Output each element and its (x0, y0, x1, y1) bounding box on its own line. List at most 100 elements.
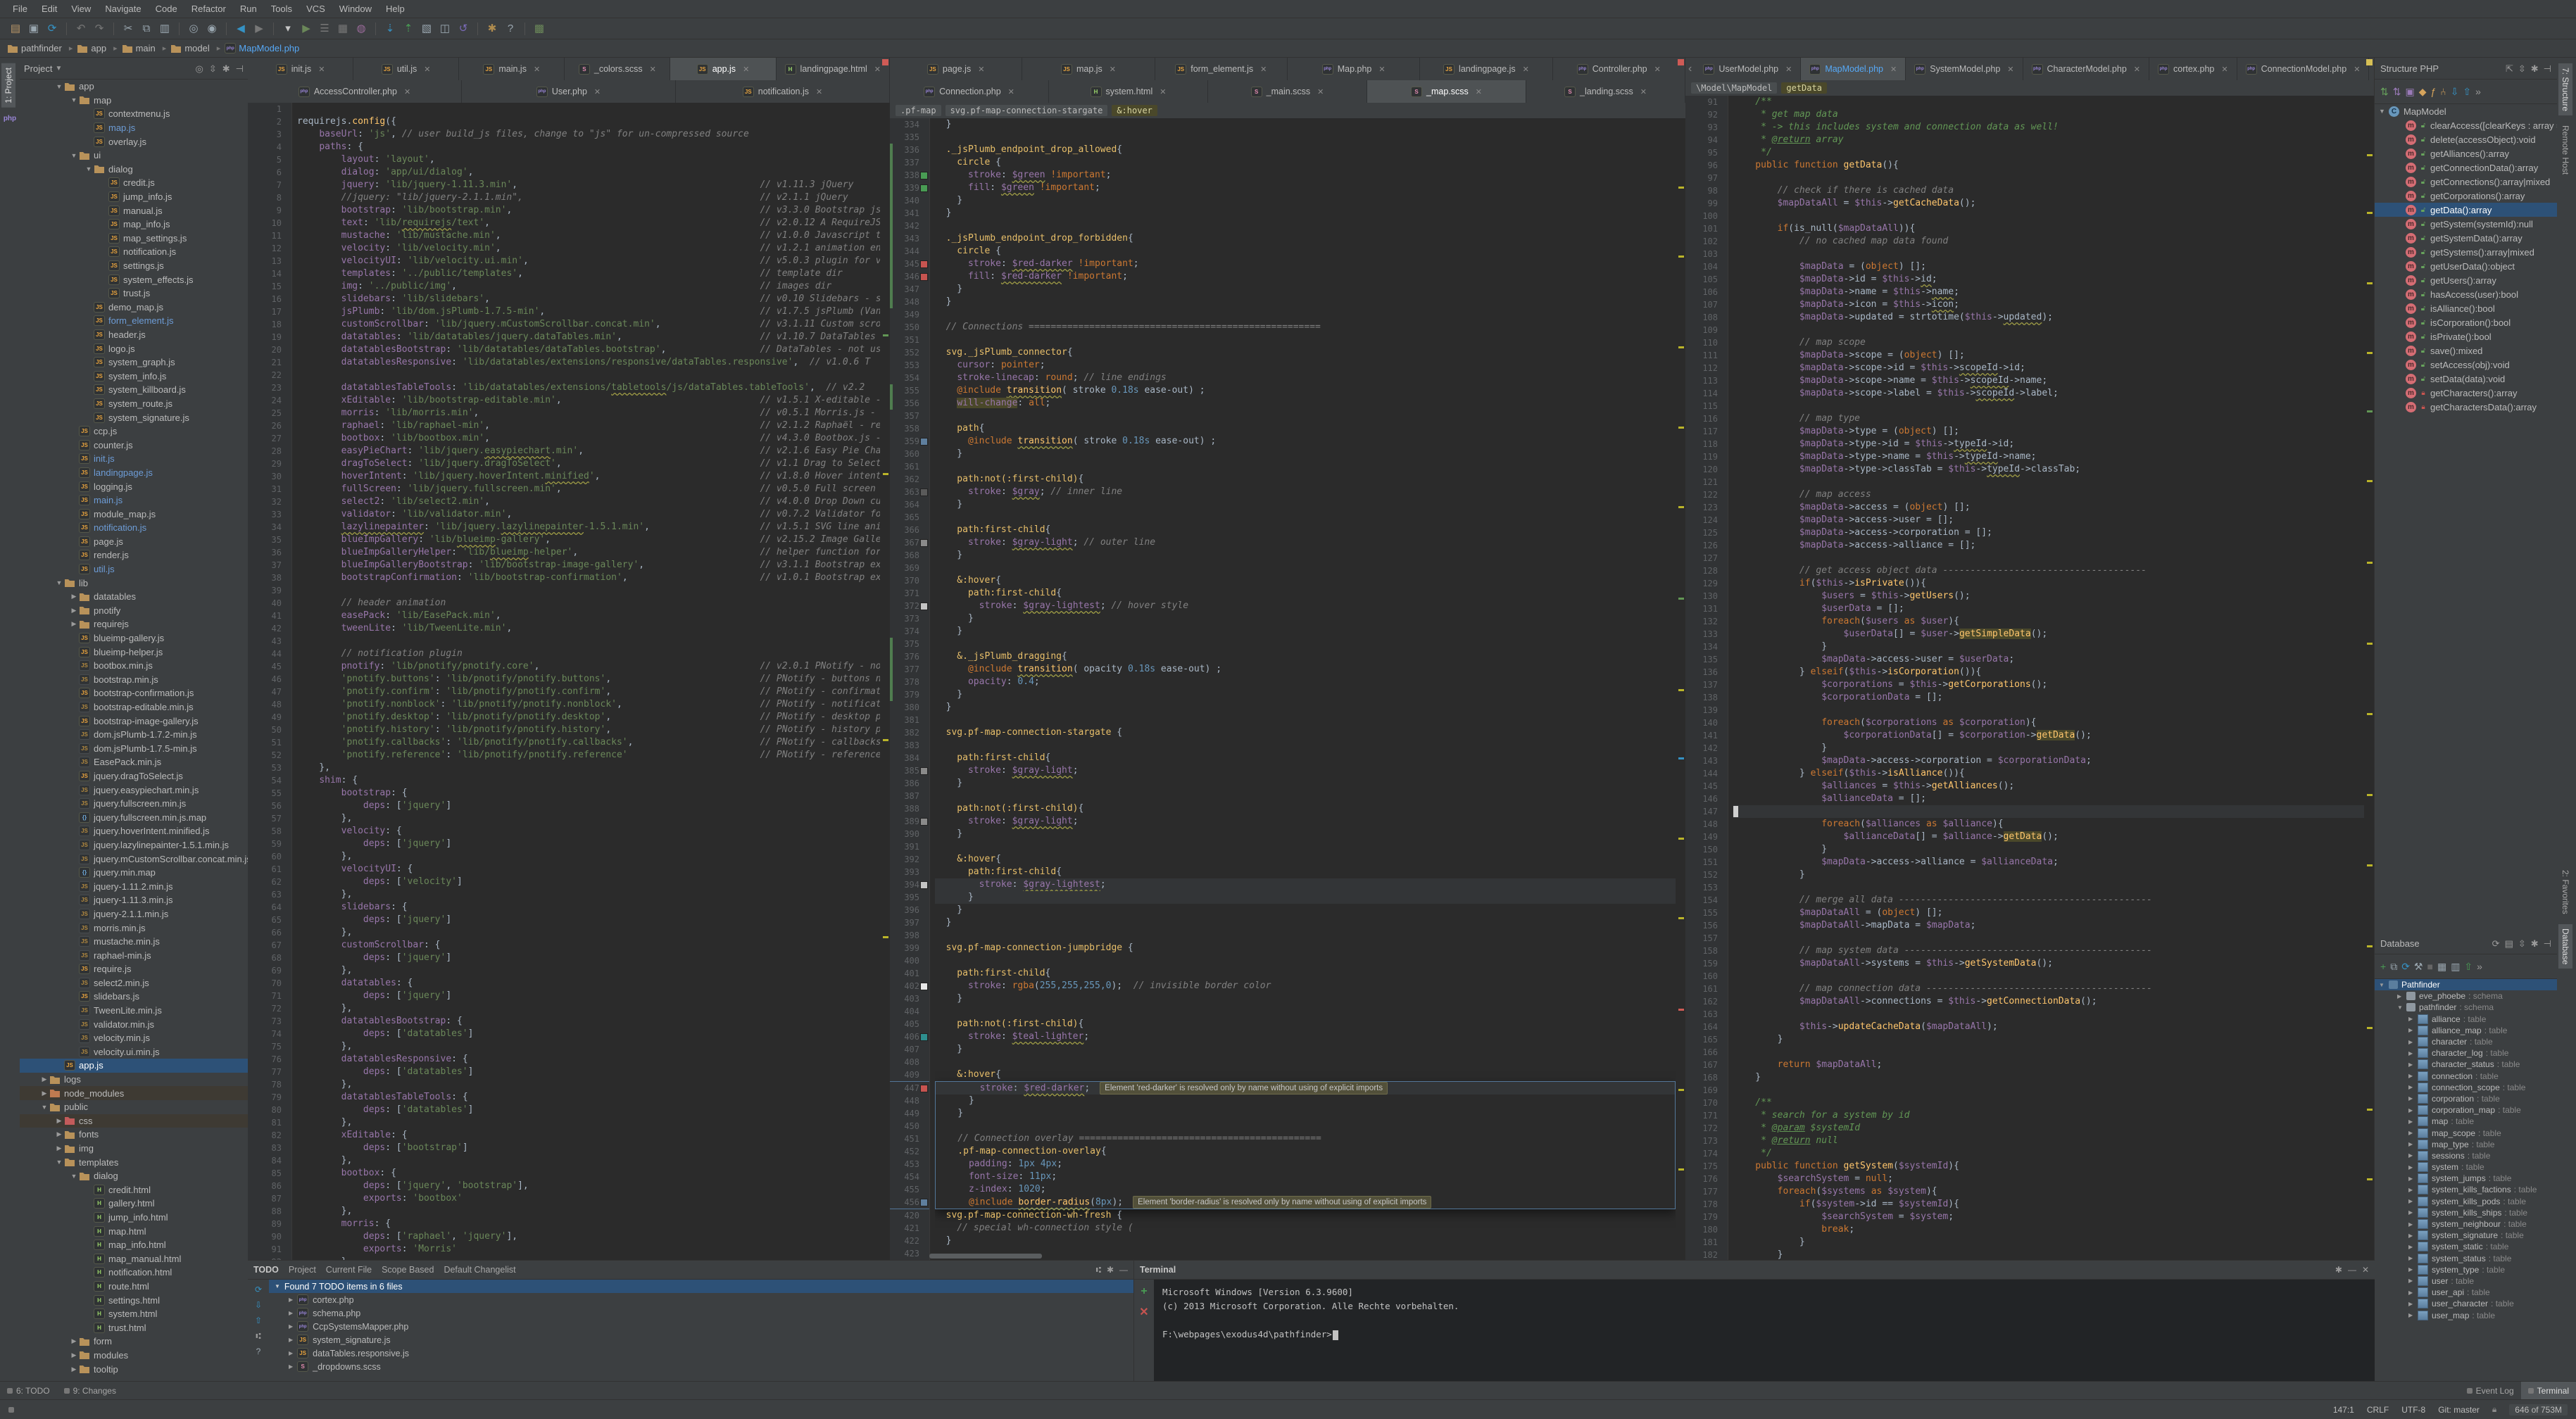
collapse-all-icon[interactable]: ⇳ (2518, 64, 2526, 73)
chevron-collapsed-icon[interactable]: ▶ (2408, 1221, 2418, 1228)
chevron-collapsed-icon[interactable]: ▶ (69, 620, 79, 628)
tree-row[interactable]: ▼ui (20, 149, 248, 163)
tree-row[interactable]: JSTweenLite.min.js (20, 1004, 248, 1018)
collapse-icon[interactable]: ⇧ (255, 1316, 262, 1325)
tab-init.js[interactable]: JSinit.js✕ (248, 58, 353, 80)
help-icon[interactable]: ? (256, 1347, 261, 1356)
gear-icon[interactable]: ✱ (2531, 939, 2539, 948)
menu-vcs[interactable]: VCS (299, 4, 332, 14)
error-stripe-mark[interactable] (1678, 506, 1684, 508)
add-icon[interactable]: + (2380, 961, 2386, 971)
error-stripe-mark[interactable] (1678, 1089, 1684, 1091)
back-icon[interactable]: ◀ (237, 23, 245, 34)
chevron-expanded-icon[interactable]: ▼ (69, 152, 79, 159)
chevron-collapsed-icon[interactable]: ▶ (2408, 1050, 2418, 1057)
tree-row[interactable]: JSinit.js (20, 452, 248, 466)
tree-row[interactable]: ▶requirejs (20, 617, 248, 631)
chevron-expanded-icon[interactable]: ▼ (84, 165, 94, 172)
horizontal-scrollbar[interactable] (929, 1254, 1042, 1259)
expand-all-icon[interactable]: ⇱ (2506, 64, 2513, 73)
structure-item[interactable]: m🔓︎getCorporations():array (2375, 189, 2557, 203)
chevron-collapsed-icon[interactable]: ▶ (289, 1297, 293, 1303)
tree-row[interactable]: JSnotification.js (20, 521, 248, 535)
tree-row[interactable]: Hmap.html (20, 1224, 248, 1238)
breadcrumb-segment[interactable]: app (77, 43, 106, 53)
terminal-new-session-icon[interactable]: + (1141, 1285, 1147, 1298)
stripe-button-remote-host[interactable]: Remote Host (2558, 121, 2572, 179)
tree-row[interactable]: JSsettings.js (20, 259, 248, 273)
editor-code[interactable]: } ._jsPlumb_endpoint_drop_allowed{ circl… (935, 118, 1676, 1260)
tree-row[interactable]: JSform_element.js (20, 314, 248, 328)
tree-row[interactable]: ▼map (20, 94, 248, 108)
chevron-collapsed-icon[interactable]: ▶ (2408, 1073, 2418, 1079)
close-icon[interactable]: ✕ (2362, 1266, 2369, 1274)
chevron-collapsed-icon[interactable]: ▶ (289, 1363, 293, 1370)
editor-code[interactable]: requirejs.config({ baseUrl: 'js', // use… (297, 103, 880, 1260)
tab-close-icon[interactable]: ✕ (318, 65, 325, 74)
database-row[interactable]: ▶user_map: table (2375, 1309, 2557, 1320)
tree-row[interactable]: JSdom.jsPlumb-1.7.5-min.js (20, 742, 248, 756)
error-stripe-mark[interactable] (2367, 410, 2373, 412)
tree-row[interactable]: JSutil.js (20, 562, 248, 576)
toolbar-vcs-commit[interactable]: ⇡ (400, 20, 417, 37)
tree-row[interactable]: JSvelocity.min.js (20, 1031, 248, 1045)
php-tool-icon[interactable]: php (0, 115, 20, 122)
database-row[interactable]: ▶alliance_map: table (2375, 1025, 2557, 1036)
tab-Map.php[interactable]: phpMap.php✕ (1288, 58, 1420, 80)
tab-close-icon[interactable]: ✕ (1260, 65, 1267, 74)
chevron-collapsed-icon[interactable]: ▶ (2408, 1289, 2418, 1296)
chevron-down-icon[interactable]: ▼ (55, 65, 62, 72)
error-stripe-mark[interactable] (883, 739, 888, 741)
tree-row[interactable]: JScredit.js (20, 176, 248, 190)
tree-row[interactable]: JSjquery.dragToSelect.js (20, 769, 248, 783)
database-row[interactable]: ▶map_scope: table (2375, 1127, 2557, 1138)
chevron-collapsed-icon[interactable]: ▶ (2408, 1187, 2418, 1193)
structure-item[interactable]: m🔓︎getSystem(systemId):null (2375, 217, 2557, 231)
structure-item[interactable]: m🔓︎delete(accessObject):void (2375, 132, 2557, 146)
chevron-expanded-icon[interactable]: ▼ (69, 1173, 79, 1180)
chevron-expanded-icon[interactable]: ▼ (2379, 982, 2389, 988)
tree-row[interactable]: JSsystem_killboard.js (20, 383, 248, 397)
error-stripe-mark[interactable] (2367, 1027, 2373, 1029)
tab-close-icon[interactable]: ✕ (743, 65, 749, 74)
breadcrumb-chip[interactable]: .pf-map (896, 105, 941, 116)
structure-item[interactable]: m🔓︎getSystems():array|mixed (2375, 245, 2557, 259)
toolbar-run[interactable]: ▶ (298, 20, 315, 37)
error-stripe-mark[interactable] (1678, 917, 1684, 919)
chevron-collapsed-icon[interactable]: ▶ (2408, 1039, 2418, 1045)
tree-row[interactable]: ▼dialog (20, 163, 248, 177)
menu-edit[interactable]: Edit (34, 4, 64, 14)
error-stripe-mark[interactable] (2367, 864, 2373, 866)
toolbar-synchronize[interactable]: ⟳ (44, 20, 61, 37)
show-fields-icon[interactable]: ▣ (2405, 87, 2414, 96)
structure-item[interactable]: m🔒︎getCharacters():array (2375, 386, 2557, 400)
ddl-icon[interactable]: ⇧ (2464, 961, 2473, 971)
tree-row[interactable]: JSpage.js (20, 535, 248, 549)
redo-icon[interactable]: ↷ (95, 23, 104, 34)
database-row[interactable]: ▶character_status: table (2375, 1059, 2557, 1070)
structure-item[interactable]: m🔓︎getSystemData():array (2375, 231, 2557, 245)
tree-row[interactable]: ▶logs (20, 1073, 248, 1087)
todo-tab-current-file[interactable]: Current File (326, 1265, 372, 1275)
gear-icon[interactable]: ✱ (2531, 64, 2539, 73)
tree-row[interactable]: JSjquery.hoverIntent.minified.js (20, 824, 248, 838)
todo-file-row[interactable]: ▶phpschema.php (269, 1306, 1133, 1320)
toolbar-find[interactable]: ◎ (185, 20, 202, 37)
chevron-expanded-icon[interactable]: ▼ (54, 83, 64, 90)
toolbar-run-config-dropdown[interactable]: ▾ (279, 20, 296, 37)
tree-row[interactable]: Hroute.html (20, 1280, 248, 1294)
tree-row[interactable]: ▶form (20, 1335, 248, 1349)
menu-run[interactable]: Run (233, 4, 264, 14)
database-row[interactable]: ▶connection: table (2375, 1071, 2557, 1082)
todo-file-row[interactable]: ▶JSdataTables.responsive.js (269, 1347, 1133, 1360)
chevron-collapsed-icon[interactable]: ▶ (2408, 1061, 2418, 1068)
tab-notification.js[interactable]: JSnotification.js✕ (676, 80, 890, 103)
breadcrumb-segment[interactable]: pathfinder (7, 43, 62, 53)
chevron-collapsed-icon[interactable]: ▶ (39, 1076, 49, 1083)
chevron-collapsed-icon[interactable]: ▶ (2408, 1164, 2418, 1171)
database-row[interactable]: ▶system_status: table (2375, 1253, 2557, 1264)
stop-icon[interactable]: ■ (2427, 961, 2432, 971)
refresh-icon[interactable]: ⟳ (255, 1285, 262, 1294)
undo-icon[interactable]: ↶ (77, 23, 86, 34)
table-icon[interactable]: ▦ (2437, 961, 2446, 971)
